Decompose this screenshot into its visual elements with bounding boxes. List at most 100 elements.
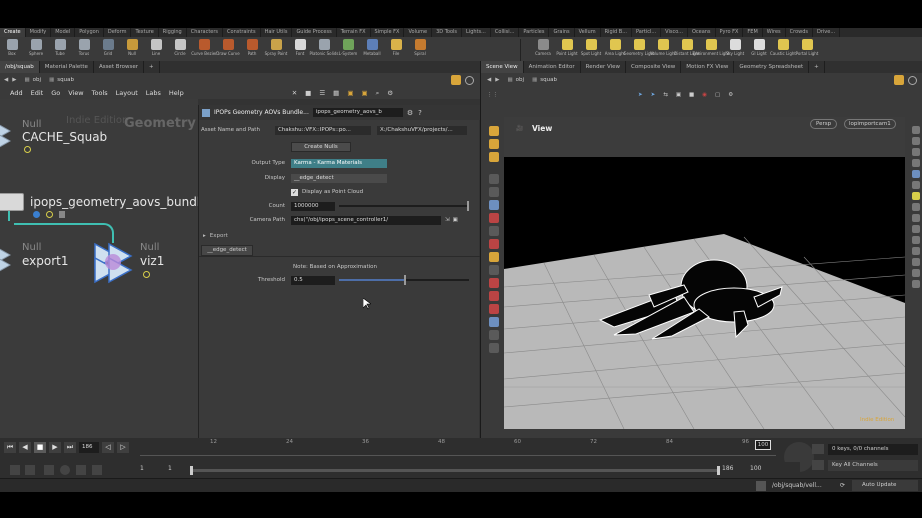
help-icon[interactable] <box>908 75 917 85</box>
display-option-icon[interactable] <box>912 148 920 156</box>
shelf-tab[interactable]: Pyro FX <box>716 28 744 37</box>
point-cloud-checkbox[interactable]: ✓ <box>291 188 298 196</box>
menu-labs[interactable]: Labs <box>146 89 161 97</box>
view-tool-icon[interactable] <box>488 317 499 327</box>
step-back-icon[interactable]: ◁ <box>102 442 114 453</box>
node-name-field[interactable]: ipops_geometry_aovs_b <box>312 108 403 117</box>
shelf-tab[interactable]: Particles <box>519 28 550 37</box>
viewport[interactable]: 🎥 View Persp lopimportcam1 Indie Edition <box>504 117 905 429</box>
viewer-tab[interactable]: Render View <box>581 61 627 73</box>
list-icon[interactable]: ☰ <box>319 89 325 97</box>
shelf-tab[interactable]: Volume <box>404 28 433 37</box>
help-icon[interactable] <box>465 75 474 85</box>
range-start-field-2[interactable]: 1 <box>168 465 172 472</box>
play-reverse-icon[interactable]: ◀ <box>19 442 31 453</box>
display-option-icon[interactable] <box>912 236 920 244</box>
view-tool-icon[interactable] <box>488 152 499 162</box>
shelf-tool-button[interactable]: GI Light <box>747 39 771 56</box>
shelf-tab[interactable]: Texture <box>131 28 159 37</box>
shelf-tab[interactable]: Characters <box>187 28 224 37</box>
display-option-icon[interactable] <box>912 258 920 266</box>
shelf-tab[interactable]: Deform <box>104 28 132 37</box>
snap-icon[interactable]: ⇆ <box>663 92 668 98</box>
range-handle-end[interactable] <box>717 466 720 475</box>
path-root[interactable]: obj <box>33 77 41 83</box>
shelf-tool-button[interactable]: Portal Light <box>795 39 819 56</box>
shelf-tab[interactable]: Polygon <box>75 28 104 37</box>
tab-obj-squab[interactable]: /obj/squab <box>0 61 40 73</box>
shelf-tool-button[interactable]: Curve Bezier <box>191 39 217 56</box>
viewer-tab[interactable]: Scene View <box>481 61 524 73</box>
pose-tool-icon[interactable] <box>488 139 499 149</box>
tool-icon[interactable] <box>488 330 499 340</box>
shelf-tab[interactable]: Rigid B... <box>601 28 632 37</box>
stop-icon[interactable]: ■ <box>34 442 46 453</box>
jump-end-icon[interactable]: ⏭ <box>64 442 76 453</box>
export-label[interactable]: Export <box>210 233 228 239</box>
camera-icon[interactable]: ▣ <box>453 217 458 223</box>
menu-layout[interactable]: Layout <box>116 89 138 97</box>
menu-go[interactable]: Go <box>51 89 60 97</box>
magnet-tool-icon[interactable] <box>488 304 499 314</box>
display-option-icon[interactable] <box>912 181 920 189</box>
move-tool-icon[interactable] <box>488 187 499 197</box>
visibility-icon[interactable]: ▣ <box>676 92 681 98</box>
shelf-tab[interactable]: FEM <box>743 28 763 37</box>
loop-icon[interactable] <box>44 465 54 475</box>
forward-arrow-icon[interactable]: ▶ <box>495 77 499 83</box>
null-node-shape[interactable] <box>0 121 16 149</box>
shelf-tab[interactable]: Oceans <box>688 28 716 37</box>
shelf-tool-button[interactable]: Box <box>0 39 24 56</box>
select-tool-icon[interactable] <box>488 174 499 184</box>
shelf-tab[interactable]: Particl... <box>632 28 662 37</box>
menu-add[interactable]: Add <box>10 89 23 97</box>
grid-icon[interactable]: ▦ <box>333 89 339 97</box>
shelf-tab[interactable]: Guide Process <box>292 28 337 37</box>
network-icon[interactable] <box>756 481 766 491</box>
shelf-tool-button[interactable]: Grid <box>96 39 120 56</box>
shelf-tab[interactable]: Visco... <box>661 28 688 37</box>
info-icon[interactable] <box>33 211 40 218</box>
shelf-tool-button[interactable]: Environment Light <box>693 39 729 56</box>
shelf-tool-button[interactable]: Path <box>240 39 264 56</box>
shelf-tab[interactable]: Grains <box>549 28 575 37</box>
node-chooser-icon[interactable]: ⇲ <box>445 217 450 223</box>
tab-asset-browser[interactable]: Asset Browser <box>94 61 145 73</box>
display-option-icon[interactable] <box>912 269 920 277</box>
shelf-tool-button[interactable]: Platonic Solids <box>310 39 338 56</box>
shelf-tool-button[interactable]: Circle <box>168 39 192 56</box>
viewer-path-root[interactable]: obj <box>516 77 524 83</box>
display-option-icon[interactable] <box>912 247 920 255</box>
lock-icon[interactable]: ▢ <box>715 92 720 98</box>
key-all-channels-menu[interactable]: Key All Channels <box>828 460 918 471</box>
render-icon[interactable]: ■ <box>689 92 694 98</box>
shelf-tool-button[interactable]: Camera <box>531 39 555 56</box>
display-option-icon[interactable] <box>912 280 920 288</box>
shelf-tool-button[interactable]: Sphere <box>24 39 48 56</box>
lock-tool-icon[interactable] <box>488 200 499 210</box>
count-slider-handle[interactable] <box>467 201 469 211</box>
record-icon[interactable]: ◉ <box>702 92 707 98</box>
play-icon[interactable]: ▶ <box>49 442 61 453</box>
pin-icon[interactable] <box>451 75 461 85</box>
display-option-icon[interactable] <box>912 225 920 233</box>
display-option-icon[interactable] <box>912 170 920 178</box>
path-node[interactable]: squab <box>57 77 74 83</box>
realtime-icon[interactable] <box>25 465 35 475</box>
threshold-field[interactable]: 0.5 <box>291 275 335 285</box>
shelf-tool-button[interactable]: Point Light <box>555 39 579 56</box>
node-name-ipops-bundle[interactable]: ipops_geometry_aovs_bundle <box>30 195 208 209</box>
node-name-export1[interactable]: export1 <box>22 254 69 268</box>
shelf-tab[interactable]: Hair Utils <box>261 28 293 37</box>
clock-icon[interactable] <box>60 465 70 475</box>
viewer-tab[interactable]: Geometry Spreadsheet <box>734 61 810 73</box>
shelf-tab[interactable]: Constraints <box>223 28 261 37</box>
tool-icon[interactable] <box>488 343 499 353</box>
range-handle-start[interactable] <box>190 466 193 475</box>
menu-tools[interactable]: Tools <box>92 89 108 97</box>
wrench-icon[interactable]: ✕ <box>292 89 297 97</box>
shelf-tool-button[interactable]: Draw Curve <box>216 39 240 56</box>
brush-tool-icon[interactable] <box>488 226 499 236</box>
shelf-tab[interactable]: Simple FX <box>371 28 405 37</box>
display-flag-icon[interactable] <box>143 271 150 278</box>
